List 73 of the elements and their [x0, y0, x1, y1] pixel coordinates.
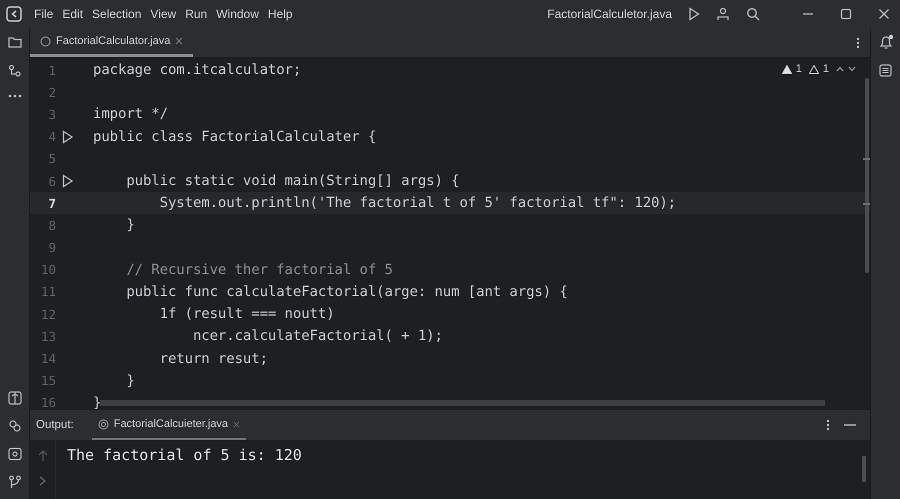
- panel-title: Output:: [36, 419, 74, 431]
- line-number: 2: [47, 84, 56, 100]
- code-line: public func calculateFactorial(arge: num [ant args) {: [125, 284, 568, 300]
- close-icon[interactable]: [175, 37, 184, 45]
- line-number: 10: [40, 262, 56, 278]
- inspection-count: 1: [796, 63, 802, 75]
- line-number: 1: [47, 62, 56, 78]
- change-marker: [863, 158, 870, 160]
- class-icon: [98, 418, 109, 430]
- folder-icon[interactable]: [8, 36, 22, 48]
- bell-icon[interactable]: [878, 34, 894, 50]
- services-icon[interactable]: [8, 419, 22, 433]
- warning-icon[interactable]: [808, 64, 819, 74]
- line-number: 9: [47, 240, 56, 256]
- console-output: The factorial of 5 is: 120: [66, 445, 302, 466]
- code-line: 1f (result === noutt): [158, 306, 335, 322]
- error-icon[interactable]: [782, 64, 792, 74]
- line-number: 13: [40, 328, 56, 344]
- git-branch-icon[interactable]: [8, 475, 22, 489]
- window-title: FactorialCalculetor.java: [547, 7, 672, 21]
- menu-item[interactable]: View: [150, 7, 176, 21]
- menu-item[interactable]: Selection: [92, 7, 142, 21]
- line-number: 8: [47, 218, 56, 233]
- menu-item[interactable]: Run: [185, 7, 208, 21]
- line-number: 15: [40, 373, 56, 388]
- line-number: 4: [47, 129, 56, 144]
- code-line: }: [125, 217, 135, 234]
- run-icon[interactable]: [62, 174, 73, 188]
- structure-icon[interactable]: [8, 64, 22, 78]
- panel-icon[interactable]: [8, 391, 22, 405]
- change-marker: [863, 203, 870, 205]
- terminal-icon[interactable]: [8, 447, 22, 461]
- menu-item[interactable]: Window: [216, 7, 259, 21]
- class-icon: [40, 36, 51, 46]
- close-icon[interactable]: [878, 8, 890, 20]
- code-line: public static void main(String[] args) {: [125, 173, 460, 190]
- code-line: package com.itcalculator;: [93, 62, 302, 78]
- menu-item[interactable]: Edit: [62, 7, 84, 21]
- code-line: }: [125, 372, 135, 389]
- code-line: ncer.calculateFactorial( + 1);: [192, 328, 443, 344]
- run-icon[interactable]: [62, 130, 73, 144]
- chevron-right-icon[interactable]: [39, 476, 46, 486]
- scrollbar[interactable]: [862, 456, 866, 482]
- more-icon[interactable]: [8, 94, 22, 98]
- chevron-up-icon[interactable]: [836, 66, 844, 72]
- run-icon[interactable]: [688, 7, 700, 21]
- code-line: }: [93, 394, 102, 409]
- database-icon[interactable]: [879, 64, 892, 77]
- line-number: 5: [47, 151, 56, 166]
- chevron-down-icon[interactable]: [848, 66, 856, 72]
- kebab-menu-icon[interactable]: [856, 36, 860, 48]
- maximize-icon[interactable]: [840, 8, 852, 20]
- line-number: 6: [47, 174, 56, 189]
- menu-item[interactable]: File: [34, 7, 54, 21]
- person-icon[interactable]: [716, 7, 730, 21]
- kebab-menu-icon[interactable]: [826, 419, 830, 431]
- code-line: // Recursive ther factorial of 5: [125, 262, 393, 278]
- line-number: 7: [47, 196, 56, 211]
- app-logo-icon[interactable]: [6, 6, 22, 22]
- inspection-count: 1: [822, 63, 829, 75]
- line-number: 11: [40, 284, 56, 300]
- scrollbar[interactable]: [865, 78, 869, 273]
- scrollbar[interactable]: [100, 400, 825, 406]
- code-line: import */: [93, 106, 168, 122]
- line-number: 12: [40, 306, 56, 322]
- search-icon[interactable]: [746, 7, 760, 21]
- code-line: public class FactorialCalculater {: [93, 128, 376, 145]
- line-number: 3: [47, 106, 56, 122]
- line-number: 16: [40, 395, 56, 409]
- line-number: 14: [40, 351, 56, 366]
- code-line: System.out.println('The factorial t of 5' factorial tf": 120);: [158, 195, 676, 212]
- menu-item[interactable]: Help: [268, 7, 293, 21]
- code-line: return resut;: [158, 350, 268, 367]
